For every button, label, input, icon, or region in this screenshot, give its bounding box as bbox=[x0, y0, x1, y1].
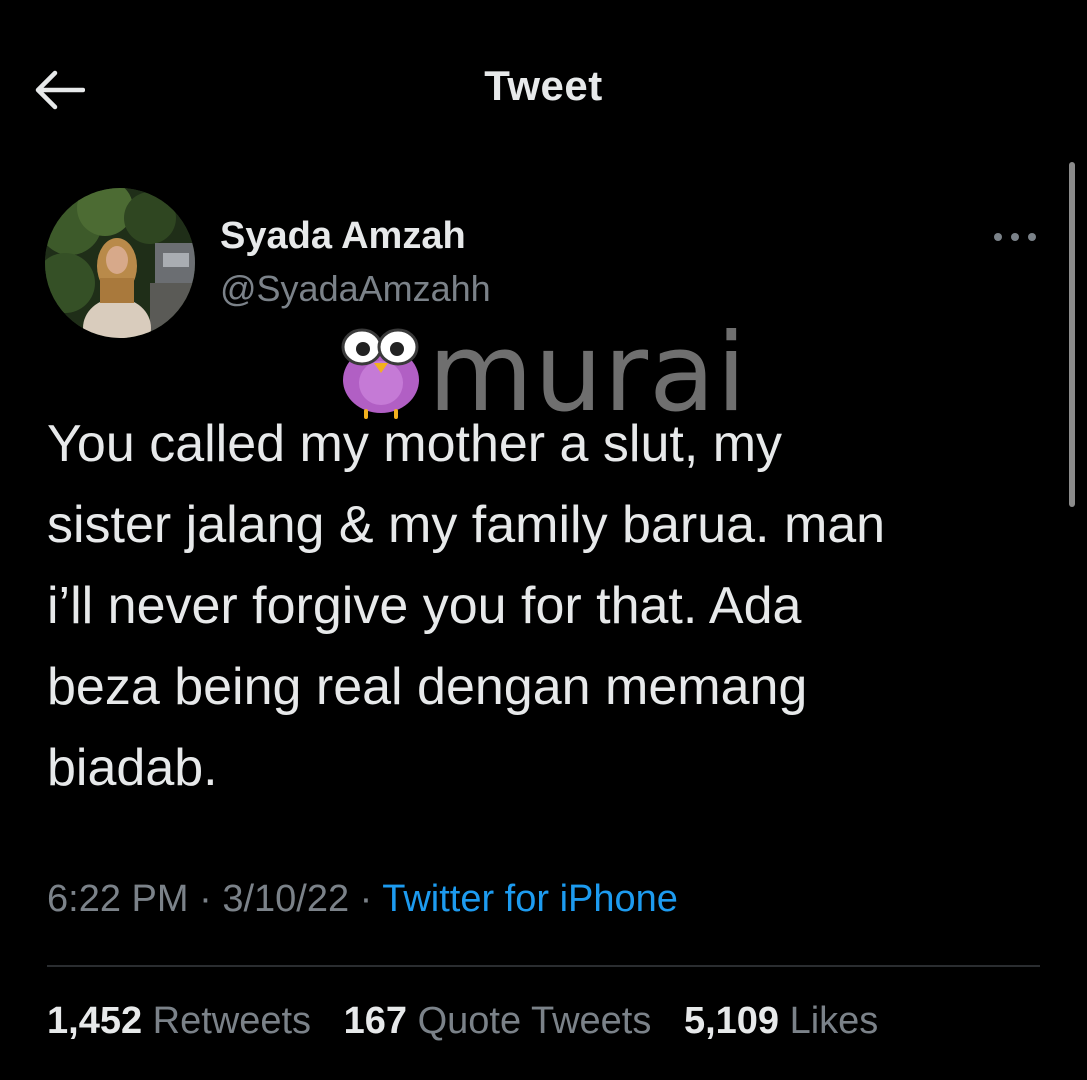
top-bar: Tweet bbox=[0, 0, 1087, 160]
retweets-count: 1,452 bbox=[47, 1000, 143, 1042]
scrollbar[interactable] bbox=[1069, 162, 1075, 507]
quote-tweets-count: 167 bbox=[343, 1000, 408, 1042]
tweet-source-link[interactable]: Twitter for iPhone bbox=[382, 878, 678, 920]
likes-count: 5,109 bbox=[683, 1000, 780, 1042]
tweet-date[interactable]: 3/10/22 bbox=[222, 878, 349, 920]
ellipsis-icon bbox=[994, 233, 1036, 241]
avatar[interactable] bbox=[45, 188, 195, 338]
quote-tweets-label: Quote Tweets bbox=[417, 1000, 652, 1042]
tweet-time[interactable]: 6:22 PM bbox=[47, 878, 189, 920]
page-title: Tweet bbox=[484, 62, 603, 109]
meta-separator: · bbox=[359, 878, 373, 920]
author-name[interactable]: Syada Amzah bbox=[220, 215, 466, 258]
more-options-button[interactable] bbox=[985, 220, 1045, 254]
retweets-label: Retweets bbox=[152, 1000, 312, 1042]
tweet-meta: 6:22 PM · 3/10/22 · Twitter for iPhone bbox=[47, 878, 678, 921]
avatar-photo bbox=[45, 188, 195, 338]
likes-label: Likes bbox=[789, 1000, 879, 1042]
quote-tweets-stat[interactable]: 167 Quote Tweets bbox=[344, 1000, 652, 1043]
likes-stat[interactable]: 5,109 Likes bbox=[684, 1000, 878, 1043]
divider bbox=[47, 965, 1040, 967]
meta-separator: · bbox=[199, 878, 212, 920]
author-handle[interactable]: @SyadaAmzahh bbox=[220, 268, 491, 310]
retweets-stat[interactable]: 1,452 Retweets bbox=[47, 1000, 311, 1043]
engagement-stats: 1,452 Retweets 167 Quote Tweets 5,109 Li… bbox=[47, 1000, 900, 1043]
tweet-text: You called my mother a slut, my sister j… bbox=[47, 415, 886, 797]
